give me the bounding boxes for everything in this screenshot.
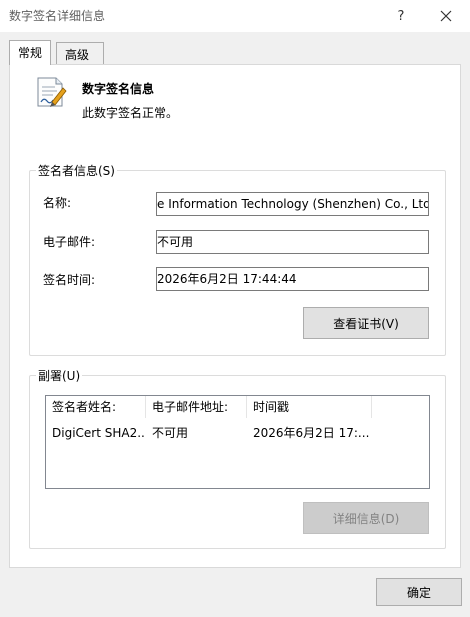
email-label: 电子邮件: xyxy=(43,235,96,249)
tab-advanced[interactable]: 高级 xyxy=(56,42,104,64)
help-icon: ? xyxy=(397,8,405,24)
name-label: 名称: xyxy=(43,196,72,210)
view-certificate-button[interactable]: 查看证书(V) xyxy=(303,307,429,339)
view-certificate-label: 查看证书(V) xyxy=(333,316,399,331)
list-item[interactable]: DigiCert SHA2... 不可用 2026年6月2日 17:... xyxy=(46,422,429,444)
column-email[interactable]: 电子邮件地址: xyxy=(146,396,247,418)
title-bar: 数字签名详细信息 ? xyxy=(0,0,470,32)
countersignature-group: 副署(U) 签名者姓名: 电子邮件地址: 时间戳 DigiCert SHA2..… xyxy=(29,367,446,549)
signature-status-text: 此数字签名正常。 xyxy=(82,106,179,120)
tab-general[interactable]: 常规 xyxy=(9,40,52,65)
email-field[interactable]: 不可用 xyxy=(156,230,429,254)
name-field[interactable]: e Information Technology (Shenzhen) Co.,… xyxy=(156,192,429,216)
signing-time-label: 签名时间: xyxy=(43,273,96,287)
tab-general-label: 常规 xyxy=(18,46,43,60)
certificate-pen-icon xyxy=(37,77,67,107)
help-button[interactable]: ? xyxy=(386,4,416,28)
countersignature-legend: 副署(U) xyxy=(36,367,83,384)
cell-signer-name: DigiCert SHA2... xyxy=(52,426,146,440)
signature-info-header: 数字签名信息 xyxy=(82,82,155,96)
details-button[interactable]: 详细信息(D) xyxy=(303,502,429,534)
signer-info-group: 签名者信息(S) 名称: e Information Technology (S… xyxy=(29,162,446,356)
ok-button-label: 确定 xyxy=(406,585,431,600)
column-signer-name[interactable]: 签名者姓名: xyxy=(46,396,146,418)
column-timestamp[interactable]: 时间戳 xyxy=(247,396,372,418)
general-tab-panel: 数字签名信息 此数字签名正常。 签名者信息(S) 名称: e Informati… xyxy=(9,64,461,568)
window-title: 数字签名详细信息 xyxy=(9,9,106,23)
details-button-label: 详细信息(D) xyxy=(332,511,400,526)
close-icon xyxy=(440,10,452,22)
list-header: 签名者姓名: 电子邮件地址: 时间戳 xyxy=(46,396,429,418)
tab-advanced-label: 高级 xyxy=(65,48,90,62)
ok-button[interactable]: 确定 xyxy=(376,578,462,606)
signing-time-field[interactable]: 2026年6月2日 17:44:44 xyxy=(156,267,429,291)
close-button[interactable] xyxy=(431,4,461,28)
countersignature-list[interactable]: 签名者姓名: 电子邮件地址: 时间戳 DigiCert SHA2... 不可用 … xyxy=(45,395,430,489)
signer-info-legend: 签名者信息(S) xyxy=(36,162,117,179)
cell-email: 不可用 xyxy=(152,426,189,440)
cell-timestamp: 2026年6月2日 17:... xyxy=(253,426,370,440)
